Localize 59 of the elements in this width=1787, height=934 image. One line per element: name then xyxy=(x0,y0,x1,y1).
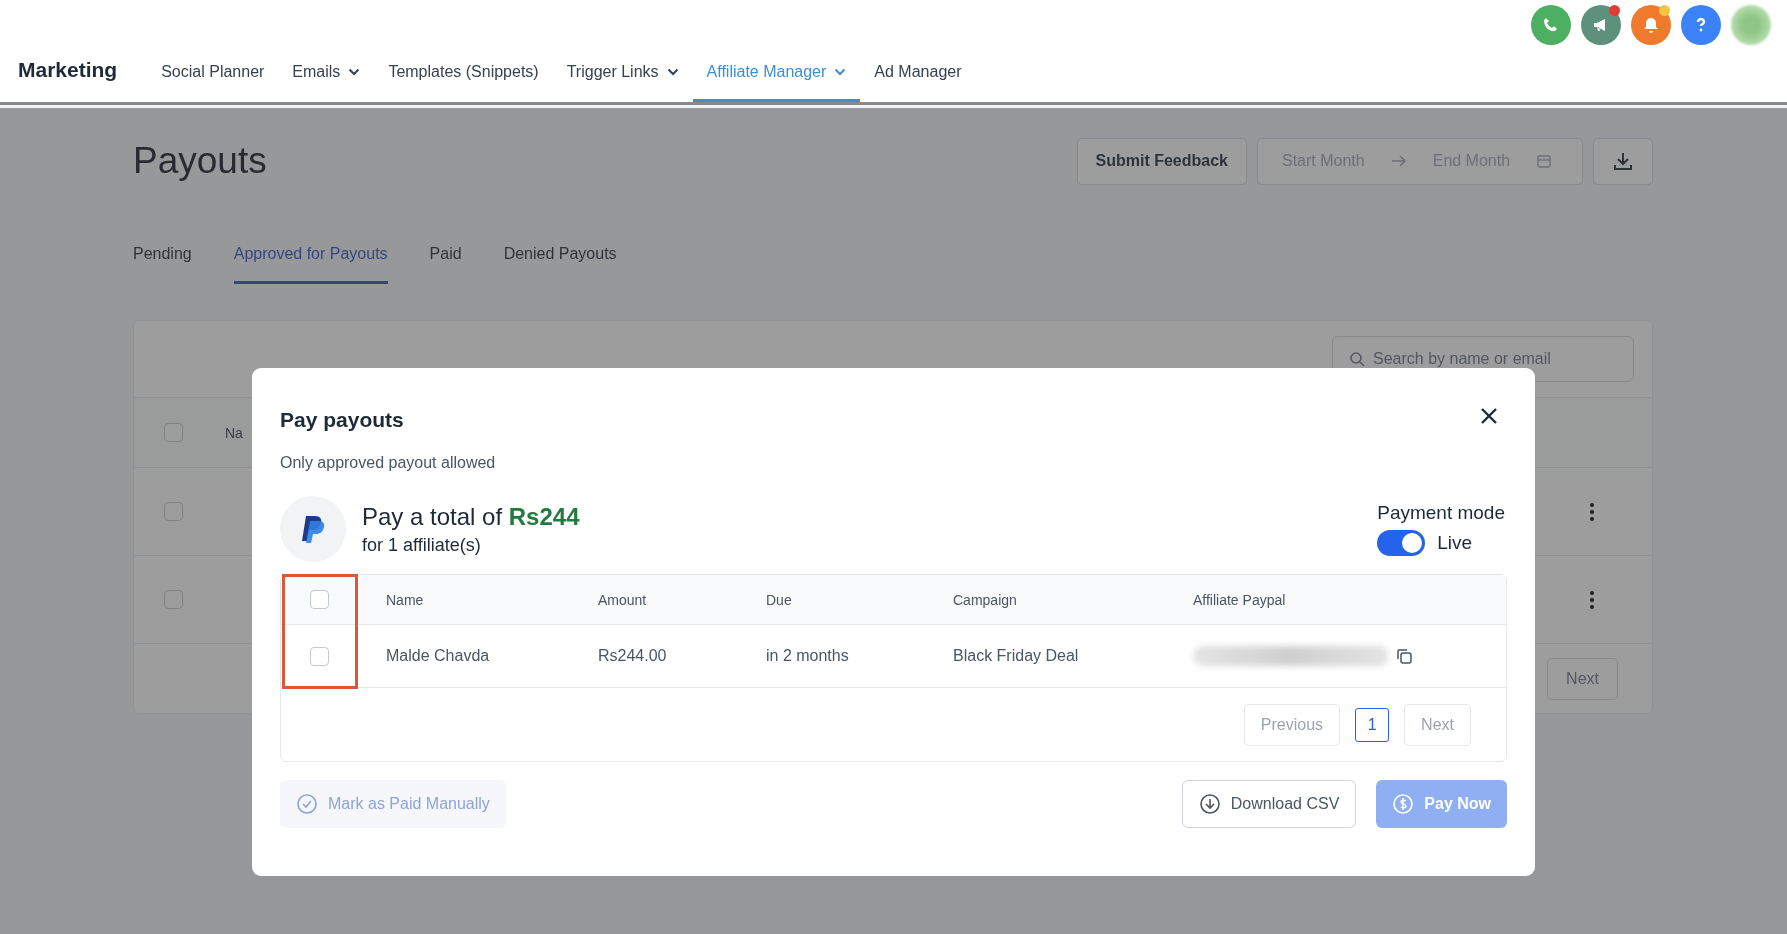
previous-button[interactable]: Previous xyxy=(1243,703,1341,746)
check-circle-icon xyxy=(296,793,318,815)
toggle-switch[interactable] xyxy=(1377,530,1426,556)
download-icon xyxy=(1612,150,1634,172)
tab[interactable]: Approved for Payouts xyxy=(233,239,388,284)
page-number[interactable]: 1 xyxy=(1355,707,1390,742)
payment-mode-label: Payment mode xyxy=(1377,502,1505,524)
table-cell-text: Rs244.00 xyxy=(598,647,668,665)
megaphone-button[interactable] xyxy=(1581,5,1621,45)
nav-tab[interactable]: Ad Manager xyxy=(860,63,976,102)
tab[interactable]: Pending xyxy=(133,239,192,284)
column-header: Campaign xyxy=(953,591,1018,608)
checkbox[interactable] xyxy=(164,590,183,609)
dialog-subtitle: Only approved payout allowed xyxy=(280,454,497,472)
checkbox[interactable] xyxy=(310,646,329,666)
help-button[interactable] xyxy=(1681,5,1721,45)
tab[interactable]: Paid xyxy=(429,239,462,284)
calendar-icon xyxy=(1536,153,1553,169)
column-header: Na xyxy=(225,424,243,441)
table-cell-text: Malde Chavda xyxy=(386,647,491,665)
affiliate-count: for 1 affiliate(s) xyxy=(362,534,482,556)
more-icon[interactable] xyxy=(1590,590,1594,609)
payment-mode-value: Live xyxy=(1437,532,1473,554)
total-text: Pay a total of Rs244 xyxy=(362,502,580,531)
arrow-icon xyxy=(1390,155,1407,167)
download-button[interactable] xyxy=(1593,137,1653,185)
nav-tab[interactable]: Templates (Snippets) xyxy=(374,63,553,102)
copy-icon[interactable] xyxy=(1395,647,1413,665)
column-header: Amount xyxy=(598,591,648,608)
nav-tab[interactable]: Trigger Links xyxy=(552,63,693,102)
more-icon[interactable] xyxy=(1590,502,1594,521)
bell-button[interactable] xyxy=(1631,5,1671,45)
search-placeholder: Search by name or email xyxy=(1373,350,1551,368)
avatar[interactable] xyxy=(1731,5,1771,45)
tab[interactable]: Denied Payouts xyxy=(503,239,617,284)
table-cell-text: Black Friday Deal xyxy=(953,647,1080,665)
column-header: Affiliate Paypal xyxy=(1193,591,1287,608)
table-cell-text: in 2 months xyxy=(766,647,850,665)
column-header: Name xyxy=(386,591,425,608)
select-all-checkbox[interactable] xyxy=(310,590,329,609)
page-title: Payouts xyxy=(133,140,267,182)
checkbox[interactable] xyxy=(164,502,183,521)
close-button[interactable] xyxy=(1479,406,1499,426)
download-csv-button[interactable]: Download CSV xyxy=(1181,780,1357,828)
select-all-checkbox[interactable] xyxy=(164,423,183,442)
nav-tab[interactable]: Emails xyxy=(278,63,375,102)
dialog-title: Pay payouts xyxy=(280,408,404,432)
close-icon xyxy=(1479,406,1499,426)
column-header: Due xyxy=(766,591,793,608)
nav-tab[interactable]: Affiliate Manager xyxy=(692,63,861,102)
dollar-icon xyxy=(1392,793,1415,815)
app-title: Marketing xyxy=(18,58,118,82)
feedback-button[interactable]: Submit Feedback xyxy=(1076,137,1247,185)
download-icon xyxy=(1198,793,1221,815)
nav-tab[interactable]: Social Planner xyxy=(147,63,279,102)
phone-button[interactable] xyxy=(1531,5,1571,45)
search-icon xyxy=(1349,351,1365,367)
next-button[interactable]: Next xyxy=(1547,658,1618,700)
next-button[interactable]: Next xyxy=(1404,703,1471,746)
